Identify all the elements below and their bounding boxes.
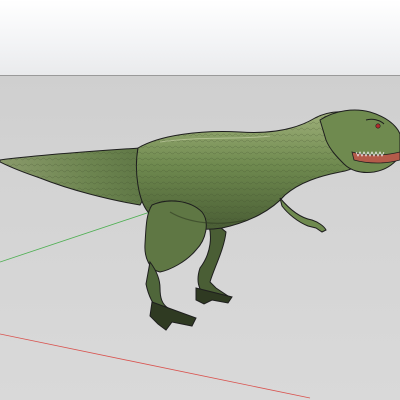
trex-near-foot <box>149 301 197 331</box>
trex-model[interactable] <box>0 109 400 331</box>
trex-arm <box>279 197 327 233</box>
3d-viewport[interactable] <box>0 0 400 400</box>
red-axis-line <box>0 333 311 399</box>
scene-canvas <box>0 109 400 399</box>
trex-eye <box>375 123 381 129</box>
green-axis-line <box>0 205 169 263</box>
trex-near-thigh <box>144 200 207 273</box>
trex-tail-texture <box>0 148 149 205</box>
